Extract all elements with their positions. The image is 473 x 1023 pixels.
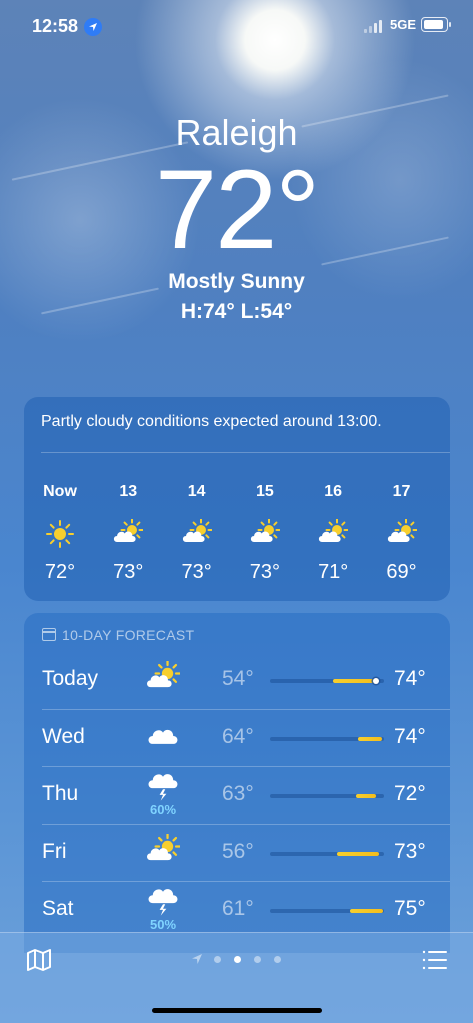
hourly-forecast-card[interactable]: Partly cloudy conditions expected around… <box>24 397 450 601</box>
hour-label: 14 <box>187 483 206 500</box>
temperature-range-bar <box>270 794 384 798</box>
day-row[interactable]: Thu 60% 63° 72° <box>42 766 450 823</box>
hour-label: 17 <box>392 483 411 500</box>
ten-day-header: 10-DAY FORECAST <box>42 627 194 643</box>
day-row[interactable]: Fri 56° 73° <box>42 823 450 881</box>
high-temperature: 74° <box>394 667 426 690</box>
status-time: 12:58 <box>32 16 79 36</box>
low-temperature: 64° <box>222 724 254 748</box>
current-condition: Mostly Sunny <box>168 270 305 293</box>
high-temperature: 74° <box>394 724 426 748</box>
day-name: Thu <box>42 782 79 805</box>
low-temperature: 54° <box>222 667 254 690</box>
calendar-icon <box>42 628 56 641</box>
temperature-range-bar <box>270 909 384 913</box>
current-temperature-marker <box>373 678 380 684</box>
temperature-range-fill <box>355 794 377 798</box>
location-page-icon <box>192 954 202 964</box>
partly-cloudy-icon <box>250 518 281 549</box>
hour-label: Now <box>43 483 77 500</box>
high-temperature: 73° <box>394 839 426 863</box>
day-name: Wed <box>42 724 85 748</box>
temperature-range-fill <box>357 736 382 741</box>
temperature-range-fill <box>337 851 380 856</box>
day-row[interactable]: Wed 64° 74° <box>42 708 450 766</box>
sun-icon <box>45 519 75 549</box>
precipitation-chance: 50% <box>149 917 177 932</box>
partly-cloudy-icon <box>318 518 349 549</box>
network-type: 5GE <box>390 17 417 32</box>
temperature-range-bar <box>270 851 384 856</box>
battery-icon <box>421 17 451 32</box>
current-temperature: 72° <box>154 147 320 272</box>
day-row[interactable]: Sat 50% 61° 75° <box>42 881 450 938</box>
divider <box>42 708 450 710</box>
hour-label: 13 <box>119 483 138 500</box>
hour-temperature: 69° <box>386 561 417 583</box>
hour-temperature: 71° <box>318 561 349 583</box>
divider <box>42 881 450 882</box>
ten-day-header-label: 10-DAY FORECAST <box>62 627 195 643</box>
hour-temperature: 73° <box>113 561 144 583</box>
cellular-signal-icon <box>364 20 386 33</box>
bottom-toolbar <box>0 932 473 1023</box>
hour-label: 15 <box>255 483 274 500</box>
list-icon[interactable] <box>422 950 448 975</box>
hourly-summary: Partly cloudy conditions expected around… <box>41 413 382 430</box>
high-temperature: 72° <box>394 782 426 805</box>
partly-cloudy-icon <box>146 660 181 695</box>
temperature-range-fill <box>349 909 383 913</box>
location-arrow-icon <box>84 18 102 36</box>
day-name: Sat <box>42 897 74 920</box>
page-dot-active[interactable] <box>234 956 241 963</box>
thunderstorm-icon <box>146 770 180 804</box>
map-icon[interactable] <box>26 948 52 977</box>
status-bar: 12:58 5GE <box>0 0 473 52</box>
low-temperature: 56° <box>222 839 254 863</box>
precipitation-chance: 60% <box>149 802 177 817</box>
day-row[interactable]: Today 54° 74° <box>42 651 450 708</box>
divider <box>42 766 450 767</box>
cloud-icon <box>146 719 180 753</box>
day-name: Today <box>42 667 99 690</box>
temperature-range-bar <box>270 736 384 741</box>
hour-temperature: 73° <box>181 561 212 583</box>
home-indicator[interactable] <box>152 1008 322 1013</box>
partly-cloudy-icon <box>113 518 144 549</box>
temperature-range-bar <box>270 678 384 684</box>
partly-cloudy-icon <box>387 518 417 549</box>
high-temperature: 75° <box>394 897 426 920</box>
page-dot[interactable] <box>214 956 221 963</box>
day-name: Fri <box>42 839 67 863</box>
divider <box>41 452 450 453</box>
hour-temperature: 73° <box>249 561 281 583</box>
hour-label: 16 <box>324 483 343 500</box>
divider <box>42 823 450 825</box>
hour-temperature: 72° <box>44 561 76 583</box>
page-dot[interactable] <box>254 956 261 963</box>
ten-day-forecast-card[interactable]: 10-DAY FORECAST Today 54° 74° Wed 64° 74° Thu 6… <box>24 613 450 953</box>
high-low: H:74° L:54° <box>180 300 293 323</box>
partly-cloudy-icon <box>182 518 213 549</box>
page-dot[interactable] <box>274 956 281 963</box>
partly-cloudy-icon <box>146 832 181 868</box>
thunderstorm-icon <box>146 885 180 919</box>
low-temperature: 61° <box>222 897 254 920</box>
low-temperature: 63° <box>222 782 254 805</box>
temperature-range-fill <box>332 679 379 683</box>
divider <box>0 932 473 933</box>
